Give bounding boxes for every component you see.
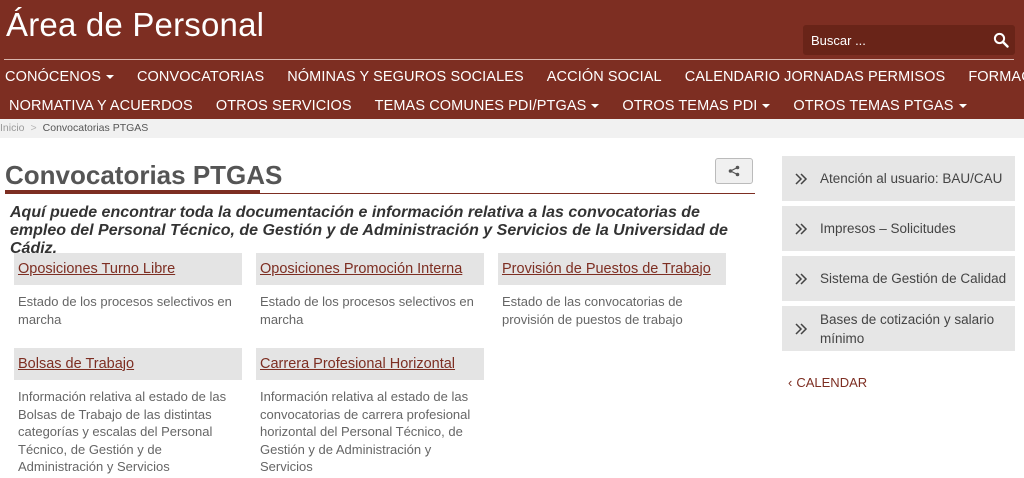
card-header: Provisión de Puestos de Trabajo <box>498 253 726 285</box>
card-description: Información relativa al estado de las co… <box>260 389 471 474</box>
sidebar-item-calidad[interactable]: Sistema de Gestión de Calidad <box>782 256 1015 301</box>
share-icon <box>728 165 740 177</box>
search-input[interactable] <box>803 25 983 55</box>
sidebar-item-label: Impresos – Solicitudes <box>820 221 956 236</box>
nav-label: CALENDARIO JORNADAS PERMISOS <box>684 69 946 85</box>
nav-item-conocenos[interactable]: CONÓCENOS <box>0 68 114 86</box>
double-chevron-right-icon <box>795 272 808 285</box>
sidebar-item-label: Atención al usuario: BAU/CAU <box>820 171 1003 186</box>
card-description: Información relativa al estado de las Bo… <box>18 389 227 474</box>
intro-text: Aquí puede encontrar toda la documentaci… <box>10 204 728 257</box>
calendar-label: CALENDAR <box>796 375 868 390</box>
nav-label: ACCIÓN SOCIAL <box>546 69 662 85</box>
page-title: Convocatorias PTGAS <box>5 160 283 190</box>
card-provision-puestos: Provisión de Puestos de Trabajo Estado d… <box>498 253 726 328</box>
card-description: Estado de los procesos selectivos en mar… <box>260 294 474 327</box>
card-header: Bolsas de Trabajo <box>14 348 242 380</box>
share-button[interactable] <box>715 158 753 184</box>
card-title-link[interactable]: Oposiciones Turno Libre <box>18 261 175 277</box>
sidebar-item-impresos[interactable]: Impresos – Solicitudes <box>782 206 1015 251</box>
nav-label: FORMACIÓN <box>968 69 1024 85</box>
sidebar-item-label: Bases de cotización y salario mínimo <box>820 311 995 346</box>
nav-item-otros-temas-pdi[interactable]: OTROS TEMAS PDI <box>617 97 771 115</box>
caret-down-icon <box>105 75 114 79</box>
chevron-left-icon: ‹ <box>788 375 793 390</box>
main-nav-row-2: NORMATIVA Y ACUERDOS OTROS SERVICIOS TEM… <box>4 97 985 115</box>
nav-item-otros-temas-ptgas[interactable]: OTROS TEMAS PTGAS <box>788 97 967 115</box>
nav-item-nominas[interactable]: NÓMINAS Y SEGUROS SOCIALES <box>282 68 524 86</box>
sidebar-item-label: Sistema de Gestión de Calidad <box>820 271 1007 286</box>
card-oposiciones-turno-libre: Oposiciones Turno Libre Estado de los pr… <box>14 253 242 328</box>
card-title-link[interactable]: Carrera Profesional Horizontal <box>260 356 455 372</box>
breadcrumb-separator: > <box>30 122 37 134</box>
nav-item-formacion[interactable]: FORMACIÓN <box>963 68 1024 86</box>
card-bolsas-trabajo: Bolsas de Trabajo Información relativa a… <box>14 348 242 476</box>
nav-label: CONVOCATORIAS <box>136 69 265 85</box>
caret-down-icon <box>591 104 600 108</box>
card-header: Carrera Profesional Horizontal <box>256 348 484 380</box>
card-title-link[interactable]: Bolsas de Trabajo <box>18 356 134 372</box>
card-title-link[interactable]: Provisión de Puestos de Trabajo <box>502 261 711 277</box>
nav-label: OTROS SERVICIOS <box>215 98 352 114</box>
header-divider <box>4 59 1014 60</box>
nav-label: NORMATIVA Y ACUERDOS <box>9 98 193 114</box>
nav-label: OTROS TEMAS PTGAS <box>793 98 954 114</box>
site-title[interactable]: Área de Personal <box>6 6 264 44</box>
breadcrumb-current: Convocatorias PTGAS <box>42 122 149 134</box>
nav-item-normativa[interactable]: NORMATIVA Y ACUERDOS <box>4 97 193 115</box>
breadcrumb-home-link[interactable]: Inicio <box>0 122 25 134</box>
card-carrera-profesional: Carrera Profesional Horizontal Informaci… <box>256 348 484 476</box>
nav-item-temas-comunes[interactable]: TEMAS COMUNES PDI/PTGAS <box>370 97 600 115</box>
caret-down-icon <box>958 104 967 108</box>
card-header: Oposiciones Turno Libre <box>14 253 242 285</box>
card-description: Estado de las convocatorias de provisión… <box>502 294 683 327</box>
title-divider <box>5 193 755 194</box>
nav-label: OTROS TEMAS PDI <box>622 98 758 114</box>
nav-item-calendario[interactable]: CALENDARIO JORNADAS PERMISOS <box>680 68 946 86</box>
sidebar-item-atencion-usuario[interactable]: Atención al usuario: BAU/CAU <box>782 156 1015 201</box>
double-chevron-right-icon <box>795 172 808 185</box>
main-nav-row-1: CONÓCENOS CONVOCATORIAS NÓMINAS Y SEGURO… <box>0 68 1024 86</box>
double-chevron-right-icon <box>795 322 808 335</box>
search-icon[interactable] <box>993 32 1009 48</box>
calendar-link[interactable]: ‹ CALENDAR <box>788 375 867 390</box>
nav-label: NÓMINAS Y SEGUROS SOCIALES <box>287 69 524 85</box>
card-title-link[interactable]: Oposiciones Promoción Interna <box>260 261 462 277</box>
nav-item-otros-servicios[interactable]: OTROS SERVICIOS <box>211 97 352 115</box>
nav-item-convocatorias[interactable]: CONVOCATORIAS <box>132 68 264 86</box>
card-description: Estado de los procesos selectivos en mar… <box>18 294 232 327</box>
card-oposiciones-promocion-interna: Oposiciones Promoción Interna Estado de … <box>256 253 484 328</box>
nav-label: CONÓCENOS <box>5 69 101 85</box>
search-box <box>803 25 1015 55</box>
nav-label: TEMAS COMUNES PDI/PTGAS <box>374 98 587 114</box>
caret-down-icon <box>762 104 771 108</box>
sidebar-item-bases-cotizacion[interactable]: Bases de cotización y salario mínimo <box>782 306 1015 351</box>
nav-item-accion-social[interactable]: ACCIÓN SOCIAL <box>542 68 662 86</box>
site-header: Área de Personal CONÓCENOS CONVOCATORIAS… <box>0 0 1024 119</box>
breadcrumb: Inicio > Convocatorias PTGAS <box>0 119 1024 138</box>
card-header: Oposiciones Promoción Interna <box>256 253 484 285</box>
double-chevron-right-icon <box>795 222 808 235</box>
